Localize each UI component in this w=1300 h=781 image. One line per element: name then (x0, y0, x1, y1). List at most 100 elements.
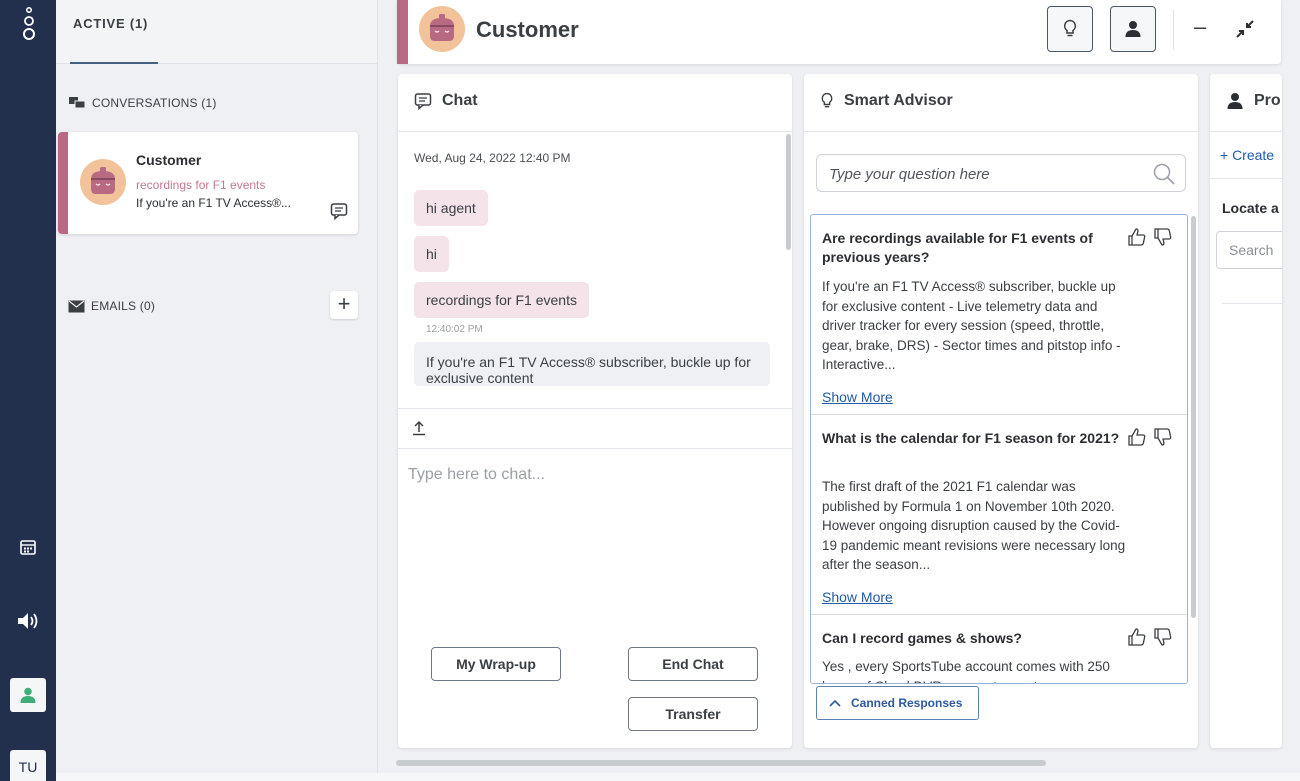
thumbs-down-icon[interactable] (1153, 427, 1173, 447)
add-email-button[interactable]: + (330, 291, 358, 319)
tab-active[interactable]: ACTIVE (1) (73, 16, 148, 31)
profile-toggle-button[interactable] (1110, 6, 1156, 52)
horizontal-scrollbar[interactable] (396, 760, 1046, 766)
conversation-name: Customer (136, 152, 202, 168)
canned-responses-button[interactable]: Canned Responses (816, 686, 979, 720)
speaker-icon[interactable] (14, 607, 42, 635)
advisor-search-box (816, 154, 1186, 192)
advisor-title-label: Smart Advisor (844, 92, 953, 109)
customer-message: hi agent (414, 190, 488, 226)
tab-bar: ACTIVE (1) (56, 0, 377, 64)
profile-title-label: Pro (1254, 92, 1281, 109)
thumbs-up-icon[interactable] (1127, 627, 1147, 647)
user-avatar[interactable]: TU (10, 750, 46, 781)
create-profile-link[interactable]: + Create (1220, 147, 1274, 163)
show-more-link[interactable]: Show More (822, 589, 893, 605)
customer-message: recordings for F1 events (414, 282, 589, 318)
article-answer: The first draft of the 2021 F1 calendar … (822, 479, 1126, 573)
lightbulb-icon (821, 92, 833, 108)
article-question: What is the calendar for F1 season for 2… (822, 430, 1120, 446)
agent-message: If you're an F1 TV Access® subscriber, b… (414, 342, 770, 386)
conversations-section-header: CONVERSATIONS (1) (68, 96, 217, 110)
customer-message: hi (414, 236, 449, 272)
search-icon[interactable] (1153, 163, 1175, 185)
message-timestamp: 12:40:02 PM (426, 324, 483, 335)
email-icon (68, 300, 85, 312)
chat-icon (330, 203, 348, 220)
article-answer: Yes , every SportsTube account comes wit… (822, 659, 1110, 683)
advisor-panel-title: Smart Advisor (820, 92, 953, 110)
emails-section-header: EMAILS (0) (68, 299, 155, 313)
chat-title-label: Chat (442, 92, 478, 109)
chevron-up-icon (829, 699, 841, 707)
advisor-article: Are recordings available for F1 events o… (811, 215, 1187, 415)
header-title: Customer (476, 17, 579, 42)
transfer-button[interactable]: Transfer (628, 697, 758, 731)
upload-icon[interactable] (412, 420, 426, 436)
article-answer: If you're an F1 TV Access® subscriber, b… (822, 279, 1121, 373)
end-chat-button[interactable]: End Chat (628, 647, 758, 681)
thumbs-down-icon[interactable] (1153, 627, 1173, 647)
smart-advisor-toggle-button[interactable] (1047, 6, 1093, 52)
conversations-panel: ACTIVE (1) CONVERSATIONS (1) Customer re… (56, 0, 378, 781)
article-feedback (1127, 427, 1173, 447)
advisor-article: Can I record games & shows? Yes , every … (811, 615, 1187, 683)
article-question: Can I record games & shows? (822, 630, 1022, 646)
profile-divider (1210, 178, 1282, 179)
advisor-search-input[interactable] (829, 163, 1139, 185)
show-more-link[interactable]: Show More (822, 389, 893, 405)
profile-search-input[interactable]: Search (1216, 231, 1282, 269)
agent-icon (20, 687, 36, 703)
chat-input[interactable] (408, 460, 778, 490)
agent-status-button[interactable] (10, 678, 46, 712)
profile-panel: Pro + Create Locate a Search (1210, 74, 1282, 748)
calendar-icon[interactable] (14, 533, 42, 561)
thumbs-up-icon[interactable] (1127, 427, 1147, 447)
thumbs-up-icon[interactable] (1127, 227, 1147, 247)
conversation-card[interactable]: Customer recordings for F1 events If you… (58, 132, 358, 234)
tab-active-underline (70, 62, 158, 64)
bottom-bar (56, 773, 1300, 781)
person-icon (1125, 21, 1141, 37)
article-feedback (1127, 627, 1173, 647)
conversation-active-bar (58, 132, 68, 234)
profile-panel-title: Pro (1226, 92, 1281, 110)
advisor-title-divider (804, 131, 1198, 132)
profile-divider-lower (1222, 303, 1282, 304)
conversations-icon (69, 97, 86, 109)
chat-title-divider (398, 131, 792, 132)
header-customer-avatar (419, 6, 465, 52)
smart-advisor-panel: Smart Advisor Are recordings available f… (804, 74, 1198, 748)
emails-section-label: EMAILS (0) (91, 299, 156, 313)
advisor-article: What is the calendar for F1 season for 2… (811, 415, 1187, 615)
chat-panel: Chat Wed, Aug 24, 2022 12:40 PM hi agent… (398, 74, 792, 748)
conversation-subject: recordings for F1 events (136, 178, 266, 192)
chat-date: Wed, Aug 24, 2022 12:40 PM (414, 151, 571, 165)
minimize-button[interactable]: – (1194, 14, 1206, 40)
article-feedback (1127, 227, 1173, 247)
wrap-up-button[interactable]: My Wrap-up (431, 647, 561, 681)
person-icon (1227, 93, 1243, 109)
chat-panel-title: Chat (414, 92, 478, 110)
conversation-preview: If you're an F1 TV Access®... (136, 196, 291, 210)
logo-icon (23, 6, 35, 40)
chat-history-divider (398, 408, 792, 409)
customer-avatar (80, 159, 126, 205)
chat-icon (414, 93, 432, 110)
chat-toolbar-divider (398, 448, 792, 449)
canned-responses-label: Canned Responses (851, 696, 963, 710)
conversations-section-label: CONVERSATIONS (1) (92, 96, 217, 110)
header-accent-bar (397, 0, 408, 64)
collapse-icon (1236, 20, 1254, 38)
lightbulb-icon (1063, 19, 1077, 37)
chat-scrollbar[interactable] (786, 134, 791, 250)
thumbs-down-icon[interactable] (1153, 227, 1173, 247)
article-question: Are recordings available for F1 events o… (822, 230, 1093, 265)
advisor-results-list: Are recordings available for F1 events o… (810, 214, 1188, 684)
header-separator (1173, 10, 1174, 50)
advisor-scrollbar[interactable] (1191, 216, 1196, 618)
locate-heading: Locate a (1222, 200, 1279, 216)
collapse-button[interactable] (1236, 18, 1254, 44)
left-rail: TU (0, 0, 56, 781)
interaction-header: Customer – (397, 0, 1281, 64)
